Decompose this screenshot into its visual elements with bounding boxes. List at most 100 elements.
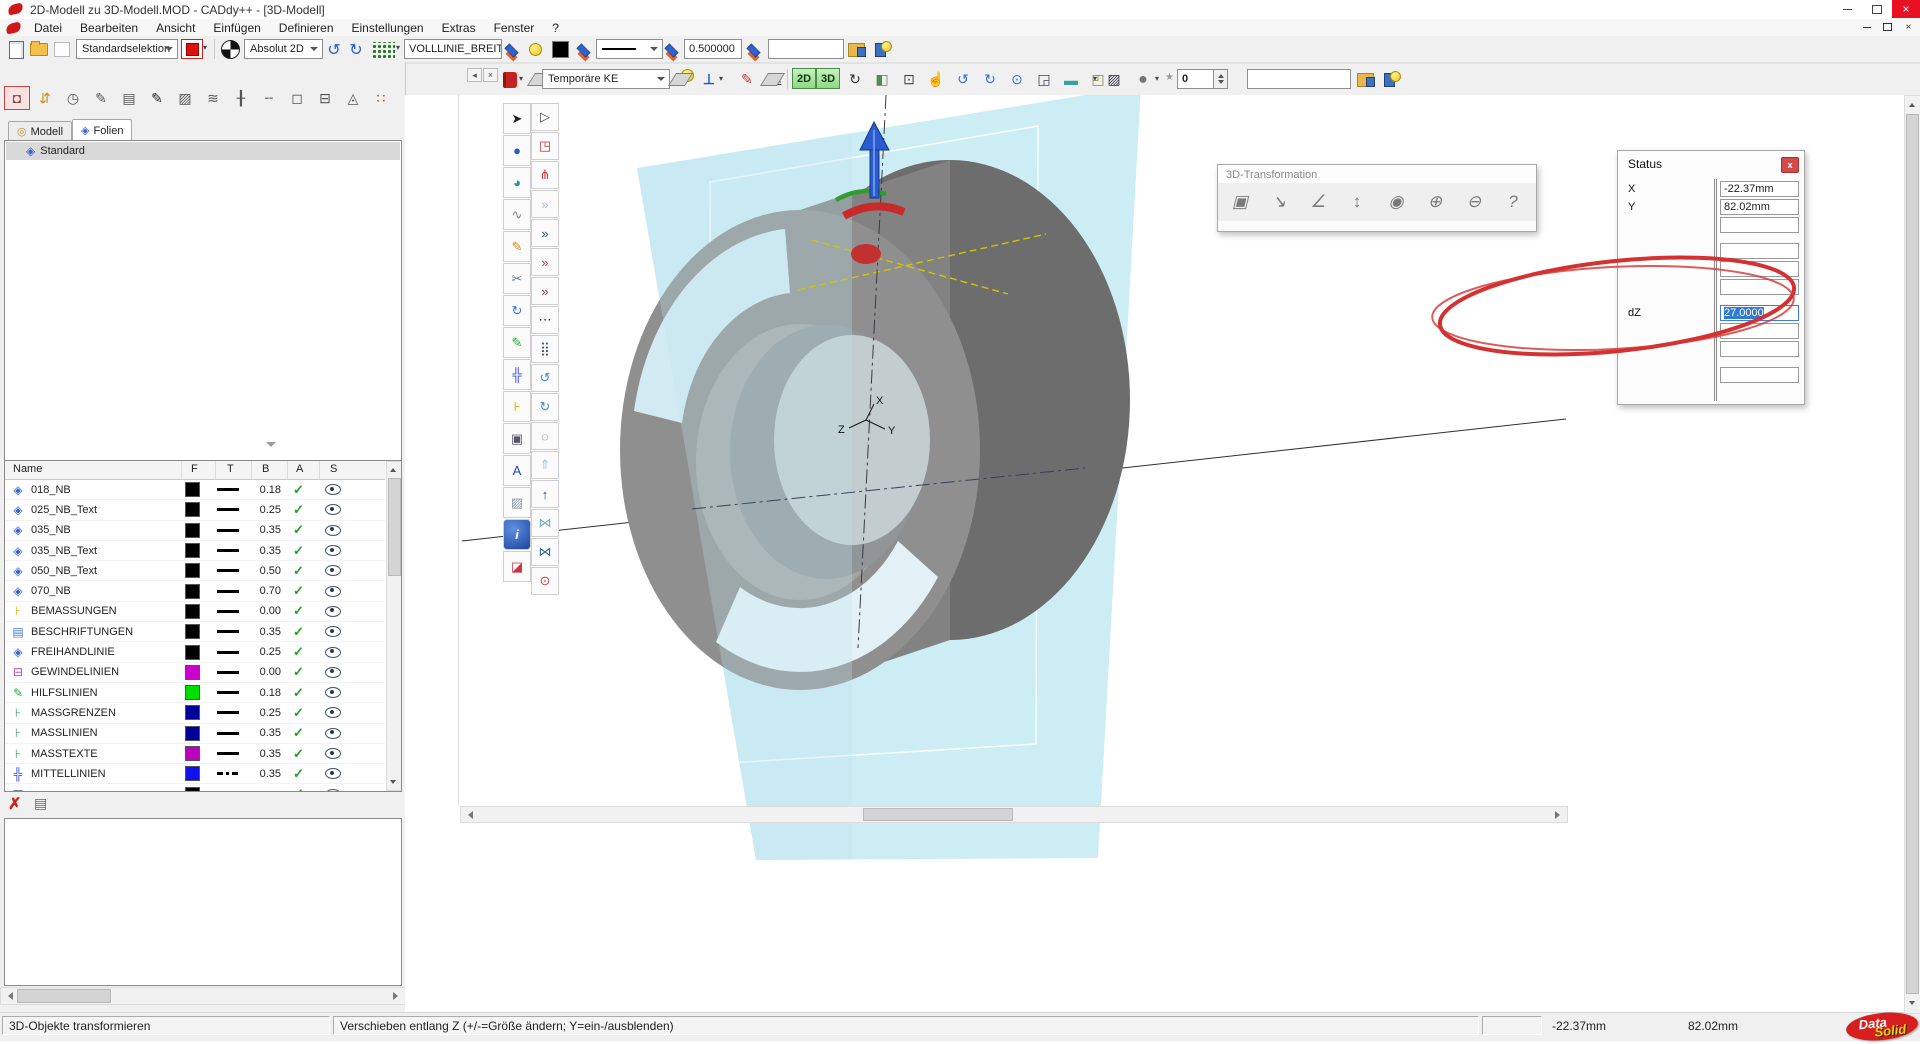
layer-visible-eye-icon[interactable] bbox=[325, 647, 341, 658]
mode-3d-button[interactable]: 3D bbox=[816, 68, 840, 89]
layer-color-swatch[interactable] bbox=[185, 543, 200, 558]
panel-tool-icon[interactable]: ◘ bbox=[4, 86, 30, 110]
layer-color-swatch[interactable] bbox=[185, 604, 200, 619]
transform-tool-icon[interactable]: ◌ bbox=[531, 422, 559, 450]
ke-dropdown-caret[interactable]: ▾ bbox=[519, 74, 523, 83]
table-row[interactable]: ▨ ✓ bbox=[5, 784, 385, 792]
layer-color-swatch[interactable] bbox=[185, 665, 200, 680]
layer-active-check[interactable]: ✓ bbox=[293, 624, 304, 640]
layer-table-scrollbar[interactable] bbox=[386, 461, 402, 791]
transform-tool-icon[interactable]: ◳ bbox=[531, 132, 559, 160]
menu-item[interactable]: Ansicht bbox=[147, 19, 204, 36]
transform-tool-icon[interactable]: ⋔ bbox=[531, 161, 559, 189]
panel-tool-icon[interactable]: ≋ bbox=[200, 86, 226, 110]
panel-tool-icon[interactable]: ╂ bbox=[228, 86, 254, 110]
panel-tool-icon[interactable]: ✎ bbox=[88, 86, 114, 110]
layer-active-check[interactable]: ✓ bbox=[293, 746, 304, 762]
layer-linewidth[interactable]: 0.35 bbox=[251, 727, 281, 739]
open-button[interactable] bbox=[27, 38, 51, 61]
edit-tool-icon[interactable]: ◪ bbox=[503, 551, 531, 582]
view-name-field[interactable] bbox=[1247, 69, 1351, 89]
plane-edit-icon[interactable]: E bbox=[761, 68, 785, 91]
edit-tool-icon[interactable]: ↻ bbox=[503, 295, 531, 326]
star-icon[interactable]: ★ bbox=[1165, 72, 1174, 83]
col-a[interactable]: A bbox=[296, 463, 303, 475]
light-dropdown-caret[interactable]: ▾ bbox=[1093, 74, 1097, 83]
redo-button[interactable]: ↻ bbox=[344, 38, 368, 61]
col-b[interactable]: B bbox=[262, 463, 269, 475]
panel-tab[interactable]: ◈ Folien bbox=[72, 119, 132, 141]
layer-linewidth[interactable]: 0.35 bbox=[251, 768, 281, 780]
plane-light-icon[interactable] bbox=[671, 68, 695, 91]
layer-color-swatch[interactable] bbox=[185, 746, 200, 761]
table-row[interactable]: ◈ 018_NB 0.18 ✓ bbox=[5, 480, 385, 500]
transform-tool-icon[interactable]: ↑ bbox=[531, 480, 559, 508]
layer-visible-eye-icon[interactable] bbox=[325, 484, 341, 495]
panel-tool-icon[interactable]: ⊟ bbox=[312, 86, 338, 110]
edit-tool-icon[interactable]: ⊦ bbox=[503, 391, 531, 422]
layer-visible-eye-icon[interactable] bbox=[325, 707, 341, 718]
transform-tool-icon[interactable]: ⊙ bbox=[531, 567, 559, 595]
panel-tool-icon[interactable]: ⇵ bbox=[32, 86, 58, 110]
table-row[interactable]: ╬ MITTELLINIEN 0.35 ✓ bbox=[5, 764, 385, 784]
group-view-icon[interactable] bbox=[1353, 68, 1377, 91]
view-tool-icon[interactable]: ↻ bbox=[978, 68, 1002, 91]
layer-visible-eye-icon[interactable] bbox=[325, 768, 341, 779]
view-tool-icon[interactable]: ⊙ bbox=[1005, 68, 1029, 91]
panel-tool-icon[interactable]: ▤ bbox=[116, 86, 142, 110]
status-row-field[interactable] bbox=[1720, 341, 1799, 357]
menu-item[interactable]: Einstellungen bbox=[343, 19, 433, 36]
view-tool-icon[interactable]: ▬ bbox=[1059, 68, 1083, 91]
hatch-pattern-icon[interactable]: ▨ bbox=[1102, 68, 1126, 91]
view-tool-icon[interactable]: ↻ bbox=[843, 68, 867, 91]
menu-item[interactable]: Datei bbox=[25, 19, 71, 36]
layer-linewidth[interactable]: 0.70 bbox=[251, 585, 281, 597]
linetype-field[interactable]: VOLLLINIE_BREIT bbox=[404, 39, 502, 59]
registration-mark-icon[interactable] bbox=[218, 38, 242, 61]
layer-linestyle-sample[interactable] bbox=[217, 630, 239, 633]
layer-visible-eye-icon[interactable] bbox=[325, 586, 341, 597]
table-row[interactable]: ✎ HILFSLINIEN 0.18 ✓ bbox=[5, 683, 385, 703]
layer-active-check[interactable]: ✓ bbox=[293, 786, 304, 792]
layer-color-swatch[interactable] bbox=[185, 705, 200, 720]
layer-linestyle-sample[interactable] bbox=[217, 711, 239, 714]
layer-active-check[interactable]: ✓ bbox=[293, 766, 304, 782]
layer-linewidth[interactable]: 0.00 bbox=[251, 666, 281, 678]
layer-active-check[interactable]: ✓ bbox=[293, 685, 304, 701]
render-sphere-icon[interactable]: ● bbox=[1131, 68, 1155, 91]
layer-color-swatch[interactable] bbox=[185, 523, 200, 538]
edit-tool-icon[interactable]: ▣ bbox=[503, 423, 531, 454]
layer-assign-icon[interactable] bbox=[500, 38, 524, 61]
view-tool-icon[interactable]: ☝ bbox=[924, 68, 948, 91]
transform-tool-icon[interactable]: » bbox=[531, 219, 559, 247]
layer-linestyle-sample[interactable] bbox=[217, 772, 239, 775]
new-document-button[interactable] bbox=[4, 38, 28, 61]
layer-linestyle-sample[interactable] bbox=[217, 549, 239, 552]
status-row-field[interactable] bbox=[1720, 217, 1799, 233]
col-s[interactable]: S bbox=[330, 463, 337, 475]
layer-color-swatch[interactable] bbox=[185, 685, 200, 700]
linestyle-combo[interactable] bbox=[596, 39, 663, 59]
transformation-tool-icon[interactable]: ⊖ bbox=[1458, 187, 1490, 217]
panel-tool-icon[interactable]: ◻ bbox=[284, 86, 310, 110]
layer-visible-eye-icon[interactable] bbox=[325, 606, 341, 617]
zoom-step-field[interactable]: 0 bbox=[1177, 69, 1215, 89]
status-row-field[interactable] bbox=[1720, 279, 1799, 295]
layer-color-swatch[interactable] bbox=[185, 563, 200, 578]
message-box[interactable] bbox=[4, 818, 402, 986]
edit-tool-icon[interactable]: ✎ bbox=[503, 231, 531, 262]
layer-color-swatch[interactable] bbox=[185, 584, 200, 599]
layer-active-check[interactable]: ✓ bbox=[293, 725, 304, 741]
mdi-close-button[interactable]: × bbox=[1899, 20, 1918, 34]
layer-linestyle-sample[interactable] bbox=[217, 590, 239, 593]
transform-tool-icon[interactable]: ↺ bbox=[531, 364, 559, 392]
edit-tool-icon[interactable]: ✎ bbox=[503, 327, 531, 358]
layer-visible-eye-icon[interactable] bbox=[325, 504, 341, 515]
menu-item[interactable]: Einfügen bbox=[204, 19, 269, 36]
selection-mode-combo[interactable]: Standardselektion bbox=[76, 39, 178, 59]
scrollbar-thumb[interactable] bbox=[863, 808, 1013, 821]
layer-linewidth[interactable]: 0.18 bbox=[251, 687, 281, 699]
transform-tool-icon[interactable]: » bbox=[531, 277, 559, 305]
layer-linewidth[interactable]: 0.25 bbox=[251, 504, 281, 516]
panel-tool-icon[interactable]: ✎ bbox=[144, 86, 170, 110]
